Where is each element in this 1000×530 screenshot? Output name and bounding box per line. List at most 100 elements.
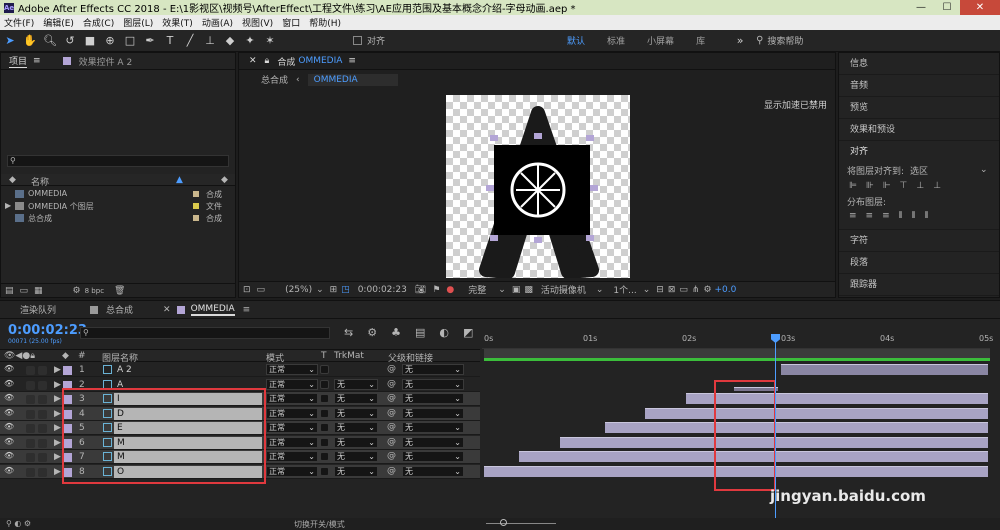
pick-whip-icon[interactable]: @	[387, 393, 396, 403]
work-area-bar[interactable]	[484, 349, 990, 358]
pick-whip-icon[interactable]: @	[387, 408, 396, 418]
visibility-eye-icon[interactable]: 👁︎	[4, 451, 14, 460]
tab-ommedia[interactable]: OMMEDIA	[190, 304, 235, 316]
layer-duration-bar[interactable]	[604, 422, 988, 433]
distribute-right-icon[interactable]: ⦀	[925, 211, 938, 221]
parent-dropdown[interactable]: 无 ⌄	[402, 465, 464, 477]
label-color-swatch[interactable]	[193, 191, 199, 197]
zoom-slider-handle-icon[interactable]	[500, 519, 507, 526]
close-tab-icon[interactable]: ✕	[163, 305, 171, 315]
visibility-eye-icon[interactable]: 👁︎	[4, 422, 14, 431]
preserve-transparency-toggle[interactable]	[320, 466, 329, 476]
resolution-chevron-icon[interactable]: ⌄	[498, 285, 506, 295]
viewer-tab-comp[interactable]: OMMEDIA	[298, 56, 342, 66]
motion-blur-icon[interactable]: ◐	[439, 326, 463, 339]
breadcrumb-root[interactable]: 总合成	[261, 73, 288, 86]
menu-item[interactable]: 文件(F)	[4, 16, 34, 29]
workspace-3[interactable]: 库	[696, 34, 705, 47]
blend-mode-dropdown[interactable]: 正常 ⌄	[266, 465, 318, 477]
close-button[interactable]: ✕	[960, 0, 1000, 15]
solo-toggle[interactable]	[38, 395, 47, 404]
distribute-left-icon[interactable]: ⦀	[899, 211, 912, 221]
workspace-2[interactable]: 小屏幕	[647, 34, 674, 47]
label-color-swatch[interactable]	[193, 215, 199, 221]
solo-toggle[interactable]	[38, 366, 47, 375]
parent-dropdown[interactable]: 无 ⌄	[402, 422, 464, 433]
mask-tool-icon[interactable]: □	[123, 34, 137, 48]
menu-item[interactable]: 编辑(E)	[43, 16, 74, 29]
timeline-icon[interactable]: ▭	[679, 285, 688, 295]
zoom-dropdown[interactable]: (25%)	[285, 285, 312, 295]
align-bottom-icon[interactable]: ⊥	[933, 181, 950, 191]
views-dropdown[interactable]: 1个...	[613, 283, 636, 296]
project-item[interactable]: ▶ OMMEDIA 个图层 文件	[1, 200, 235, 212]
twirl-down-icon[interactable]: ▶	[54, 380, 61, 390]
workspace-0[interactable]: 默认	[567, 34, 585, 47]
panel-bottom-0[interactable]: 字符	[839, 230, 999, 252]
twirl-down-icon[interactable]: ▶	[54, 467, 61, 477]
label-color-swatch[interactable]	[193, 203, 199, 209]
help-search[interactable]: ⚲ 搜索帮助	[756, 34, 803, 47]
blend-mode-dropdown[interactable]: 正常 ⌄	[266, 364, 318, 375]
tab-main-comp[interactable]: 总合成	[106, 303, 133, 316]
twirl-down-icon[interactable]: ▶	[54, 365, 61, 375]
delete-icon[interactable]: 🗑︎	[114, 286, 125, 296]
align-hcenter-icon[interactable]: ⊪	[866, 181, 883, 191]
trkmat-dropdown[interactable]: 无 ⌄	[334, 451, 378, 462]
draft-3d-icon[interactable]: ⚙	[367, 326, 391, 339]
distribute-hcenter-icon[interactable]: ⦀	[912, 211, 925, 221]
transparency-grid-icon[interactable]: ▩	[524, 285, 533, 295]
audio-toggle[interactable]	[26, 424, 35, 433]
zoom-tool-icon[interactable]: 🔍︎	[43, 34, 57, 48]
trkmat-dropdown[interactable]: 无 ⌄	[334, 407, 378, 419]
solo-toggle[interactable]	[38, 409, 47, 419]
panel-0[interactable]: 信息	[839, 53, 999, 75]
resolution-dropdown[interactable]: 完整	[468, 283, 486, 296]
bpc-label[interactable]: 8 bpc	[85, 287, 104, 295]
eraser-tool-icon[interactable]: ◆	[223, 34, 237, 48]
shy-layers-icon[interactable]: ♣	[391, 326, 415, 339]
layer-duration-bar[interactable]	[645, 407, 988, 419]
pick-whip-icon[interactable]: @	[387, 364, 396, 374]
workspace-1[interactable]: 标准	[607, 34, 625, 47]
menu-item[interactable]: 视图(V)	[242, 16, 273, 29]
pen-tool-icon[interactable]: ✒	[143, 34, 157, 48]
menu-item[interactable]: 合成(C)	[83, 16, 114, 29]
parent-dropdown[interactable]: 无 ⌄	[402, 364, 464, 375]
time-ruler[interactable]: 0s 01s 02s 03s 04s 05s	[482, 331, 993, 349]
roi-icon[interactable]: ▣	[512, 285, 521, 295]
audio-toggle[interactable]	[26, 467, 35, 477]
preserve-transparency-toggle[interactable]	[320, 379, 329, 389]
zoom-slider[interactable]	[486, 523, 556, 524]
layer-name[interactable]: A 2	[117, 365, 132, 375]
trkmat-dropdown[interactable]: 无 ⌄	[334, 465, 378, 477]
align-panel-title[interactable]: 对齐	[839, 141, 999, 163]
trkmat-dropdown[interactable]: 无 ⌄	[334, 393, 378, 404]
parent-dropdown[interactable]: 无 ⌄	[402, 451, 464, 462]
distribute-bottom-icon[interactable]: ≡	[882, 211, 899, 221]
align-checkbox[interactable]	[353, 36, 362, 45]
solo-toggle[interactable]	[38, 467, 47, 477]
twirl-down-icon[interactable]: ▶	[54, 452, 61, 462]
visibility-eye-icon[interactable]: 👁︎	[4, 393, 14, 402]
blend-mode-dropdown[interactable]: 正常 ⌄	[266, 378, 318, 390]
label-color-swatch[interactable]	[63, 366, 72, 375]
pick-whip-icon[interactable]: @	[387, 466, 396, 476]
twirl-down-icon[interactable]: ▶	[54, 394, 61, 404]
project-item[interactable]: 总合成 合成	[1, 212, 235, 224]
panel-bottom-2[interactable]: 跟踪器	[839, 274, 999, 296]
pick-whip-icon[interactable]: @	[387, 379, 396, 389]
pan-behind-tool-icon[interactable]: ⊕	[103, 34, 117, 48]
type-tool-icon[interactable]: T	[163, 34, 177, 48]
align-vcenter-icon[interactable]: ⊥	[916, 181, 933, 191]
fast-preview-icon[interactable]: ⊠	[668, 285, 676, 295]
zoom-chevron-icon[interactable]: ⌄	[316, 285, 324, 295]
audio-toggle[interactable]	[26, 395, 35, 404]
frame-blending-icon[interactable]: ▤	[415, 326, 439, 339]
distribute-vcenter-icon[interactable]: ≡	[866, 211, 883, 221]
audio-toggle[interactable]	[26, 409, 35, 419]
parent-dropdown[interactable]: 无 ⌄	[402, 378, 464, 390]
solo-toggle[interactable]	[38, 424, 47, 433]
panel-2[interactable]: 预览	[839, 97, 999, 119]
comp-canvas[interactable]	[446, 95, 630, 278]
